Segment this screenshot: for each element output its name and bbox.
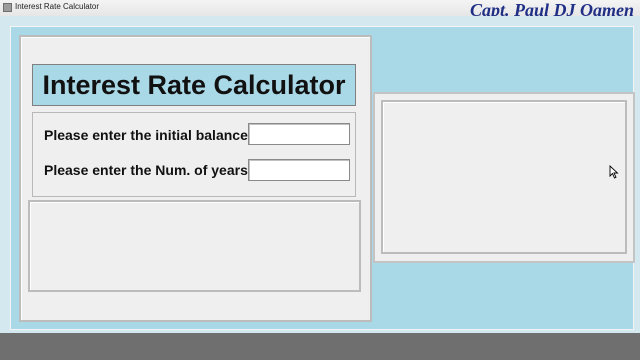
calculator-header: Interest Rate Calculator xyxy=(32,64,356,106)
taskbar xyxy=(0,333,640,360)
initial-balance-label: Please enter the initial balance: xyxy=(44,127,253,143)
window-title: Interest Rate Calculator xyxy=(15,2,100,11)
num-years-label: Please enter the Num. of years: xyxy=(44,162,253,178)
initial-balance-input[interactable] xyxy=(248,123,350,145)
app-feather-icon xyxy=(3,3,12,12)
output-frame xyxy=(28,200,361,292)
page-title: Interest Rate Calculator xyxy=(42,69,346,100)
result-panel xyxy=(381,100,627,254)
num-years-input[interactable] xyxy=(248,159,350,181)
arrow-cursor-icon xyxy=(609,165,619,179)
